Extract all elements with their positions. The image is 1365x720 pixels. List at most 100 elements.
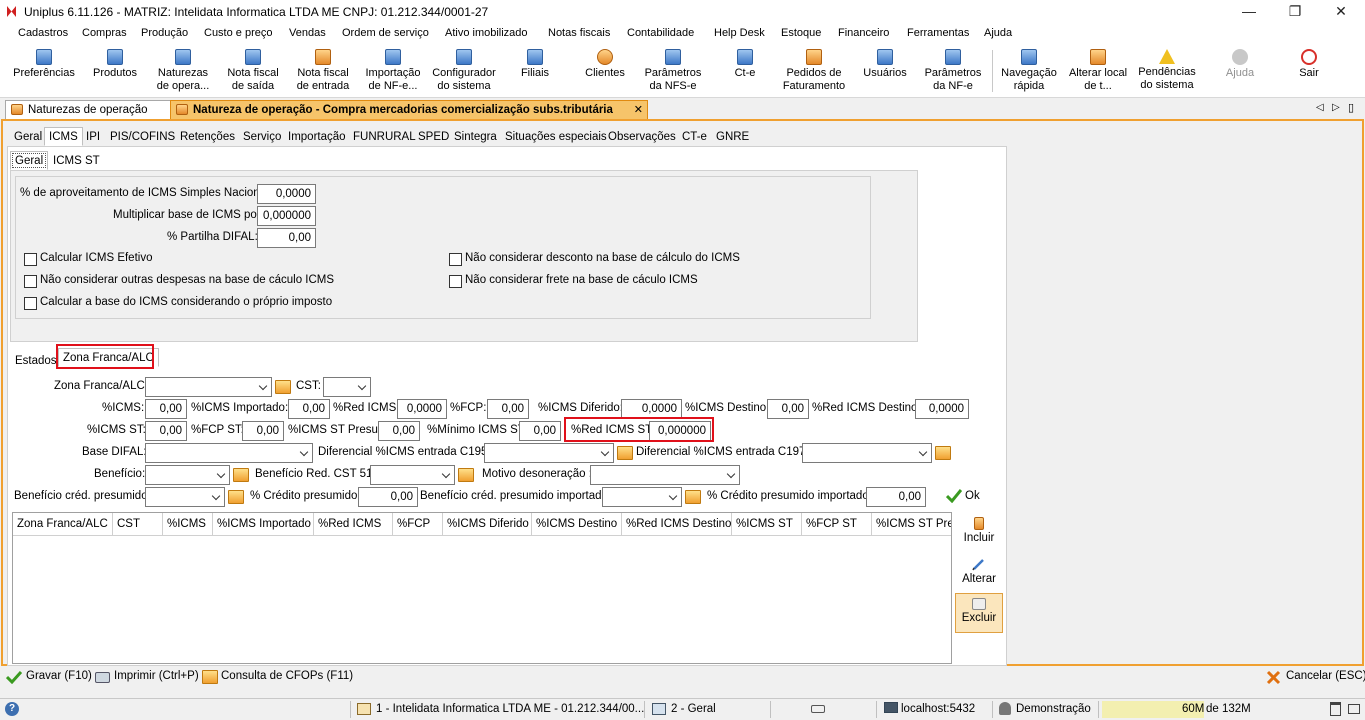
- diferencial-c195-select[interactable]: [484, 443, 614, 463]
- tab-icms[interactable]: ICMS: [44, 127, 83, 146]
- menu-vendas[interactable]: Vendas: [289, 27, 326, 39]
- grid-header[interactable]: %FCP: [393, 513, 443, 535]
- menu-custo-preco[interactable]: Custo e preço: [204, 27, 272, 39]
- icms-importado-input[interactable]: 0,00: [288, 399, 330, 419]
- base-difal-select[interactable]: [145, 443, 313, 463]
- grid-header[interactable]: %ICMS: [163, 513, 213, 535]
- close-tab-icon[interactable]: ✕: [634, 103, 643, 116]
- menu-ferramentas[interactable]: Ferramentas: [907, 27, 969, 39]
- chk-icms-efetivo[interactable]: [24, 253, 37, 266]
- tab-funrural[interactable]: FUNRURAL: [348, 127, 421, 146]
- icms-st-input[interactable]: 0,00: [145, 421, 187, 441]
- toolbar-filiais[interactable]: Filiais: [512, 44, 558, 96]
- grid-icon[interactable]: [1348, 704, 1360, 714]
- tab-estados[interactable]: Estados: [10, 351, 62, 370]
- toolbar-preferencias[interactable]: Preferências: [10, 44, 78, 96]
- beneficio-select[interactable]: [145, 465, 230, 485]
- tab-observacoes[interactable]: Observações: [603, 127, 681, 146]
- excluir-button[interactable]: Excluir: [955, 593, 1003, 633]
- tab-icms-geral[interactable]: Geral: [10, 151, 49, 170]
- toolbar-clientes[interactable]: Clientes: [578, 44, 632, 96]
- zona-franca-lookup-icon[interactable]: [275, 380, 291, 394]
- cancelar-button[interactable]: Cancelar (ESC): [1266, 666, 1365, 686]
- toolbar-importacao-nfe[interactable]: Importação de NF-e...: [360, 44, 426, 96]
- grid-header[interactable]: %Red ICMS Destino: [622, 513, 732, 535]
- help-circle-icon[interactable]: ?: [5, 702, 19, 716]
- fcp-st-input[interactable]: 0,00: [242, 421, 284, 441]
- doc-tab-natureza-compra[interactable]: Natureza de operação - Compra mercadoria…: [170, 100, 648, 119]
- beneficio-cred-importado-select[interactable]: [602, 487, 682, 507]
- beneficio-cred-importado-lookup-icon[interactable]: [685, 490, 701, 504]
- maximize-button[interactable]: ❐: [1272, 0, 1318, 24]
- tab-gnre[interactable]: GNRE: [711, 127, 754, 146]
- tab-importacao[interactable]: Importação: [283, 127, 351, 146]
- red-icms-input[interactable]: 0,0000: [397, 399, 447, 419]
- tab-ipi[interactable]: IPI: [81, 127, 105, 146]
- diferencial-c197-select[interactable]: [802, 443, 932, 463]
- tab-servico[interactable]: Serviço: [238, 127, 286, 146]
- menu-compras[interactable]: Compras: [82, 27, 127, 39]
- grid-header[interactable]: Zona Franca/ALC: [13, 513, 113, 535]
- menu-estoque[interactable]: Estoque: [781, 27, 821, 39]
- beneficio-cred-lookup-icon[interactable]: [228, 490, 244, 504]
- icms-diferido-input[interactable]: 0,0000: [621, 399, 682, 419]
- trash-icon[interactable]: [1330, 702, 1341, 716]
- tab-icms-st[interactable]: ICMS ST: [48, 151, 105, 170]
- minimize-button[interactable]: —: [1226, 0, 1272, 24]
- multiplicar-input[interactable]: 0,000000: [257, 206, 316, 226]
- ok-button[interactable]: Ok: [946, 486, 986, 506]
- chk-outras-despesas[interactable]: [24, 275, 37, 288]
- tab-situacoes-especiais[interactable]: Situações especiais: [500, 127, 612, 146]
- cst-select[interactable]: [323, 377, 371, 397]
- toolbar-nota-entrada[interactable]: Nota fiscal de entrada: [292, 44, 354, 96]
- consulta-cfop-button[interactable]: Consulta de CFOPs (F11): [202, 666, 353, 686]
- tab-retencoes[interactable]: Retenções: [175, 127, 240, 146]
- diferencial-c197-lookup-icon[interactable]: [935, 446, 951, 460]
- menu-help-desk[interactable]: Help Desk: [714, 27, 765, 39]
- toolbar-nota-saida[interactable]: Nota fiscal de saída: [222, 44, 284, 96]
- toolbar-navegacao-rapida[interactable]: Navegação rápida: [998, 44, 1060, 96]
- menu-notas-fiscais[interactable]: Notas fiscais: [548, 27, 610, 39]
- grid-header[interactable]: %ICMS Destino: [532, 513, 622, 535]
- toolbar-cte[interactable]: Ct-e: [724, 44, 766, 96]
- grid-header[interactable]: CST: [113, 513, 163, 535]
- motivo-desoneracao-select[interactable]: [590, 465, 740, 485]
- tab-cte[interactable]: CT-e: [677, 127, 712, 146]
- beneficio-lookup-icon[interactable]: [233, 468, 249, 482]
- chk-desconto[interactable]: [449, 253, 462, 266]
- beneficio-red-select[interactable]: [370, 465, 455, 485]
- tabs-menu-icon[interactable]: ▯: [1348, 101, 1354, 114]
- chk-frete[interactable]: [449, 275, 462, 288]
- aproveitamento-input[interactable]: 0,0000: [257, 184, 316, 204]
- tab-sintegra[interactable]: Sintegra: [449, 127, 502, 146]
- chk-proprio-imposto[interactable]: [24, 297, 37, 310]
- partilha-difal-input[interactable]: 0,00: [257, 228, 316, 248]
- gravar-button[interactable]: Gravar (F10): [6, 666, 92, 686]
- incluir-button[interactable]: Incluir: [955, 513, 1003, 551]
- grid-header[interactable]: %Red ICMS: [314, 513, 393, 535]
- menu-ativo-imobilizado[interactable]: Ativo imobilizado: [445, 27, 528, 39]
- menu-contabilidade[interactable]: Contabilidade: [627, 27, 694, 39]
- toolbar-sair[interactable]: Sair: [1290, 44, 1328, 96]
- menu-financeiro[interactable]: Financeiro: [838, 27, 889, 39]
- grid-header[interactable]: %FCP ST: [802, 513, 872, 535]
- credito-presumido-importado-input[interactable]: 0,00: [866, 487, 926, 507]
- grid-header[interactable]: %ICMS ST Pres: [872, 513, 951, 535]
- menu-ajuda[interactable]: Ajuda: [984, 27, 1012, 39]
- menu-ordem-servico[interactable]: Ordem de serviço: [342, 27, 429, 39]
- grid-header[interactable]: %ICMS ST: [732, 513, 802, 535]
- icms-st-presu-input[interactable]: 0,00: [378, 421, 420, 441]
- doc-tab-naturezas[interactable]: Naturezas de operação ✕: [5, 100, 187, 119]
- icms-input[interactable]: 0,00: [145, 399, 187, 419]
- toolbar-parametros-nfse[interactable]: Parâmetros da NFS-e: [640, 44, 706, 96]
- toolbar-parametros-nfe[interactable]: Parâmetros da NF-e: [920, 44, 986, 96]
- beneficio-cred-select[interactable]: [145, 487, 225, 507]
- toolbar-produtos[interactable]: Produtos: [86, 44, 144, 96]
- grid-header[interactable]: %ICMS Diferido: [443, 513, 532, 535]
- diferencial-c195-lookup-icon[interactable]: [617, 446, 633, 460]
- toolbar-usuarios[interactable]: Usuários: [858, 44, 912, 96]
- grid-header[interactable]: %ICMS Importado: [213, 513, 314, 535]
- alterar-button[interactable]: Alterar: [955, 553, 1003, 591]
- tabs-prev-icon[interactable]: ◁: [1316, 102, 1324, 113]
- toolbar-ajuda[interactable]: Ajuda: [1220, 44, 1260, 96]
